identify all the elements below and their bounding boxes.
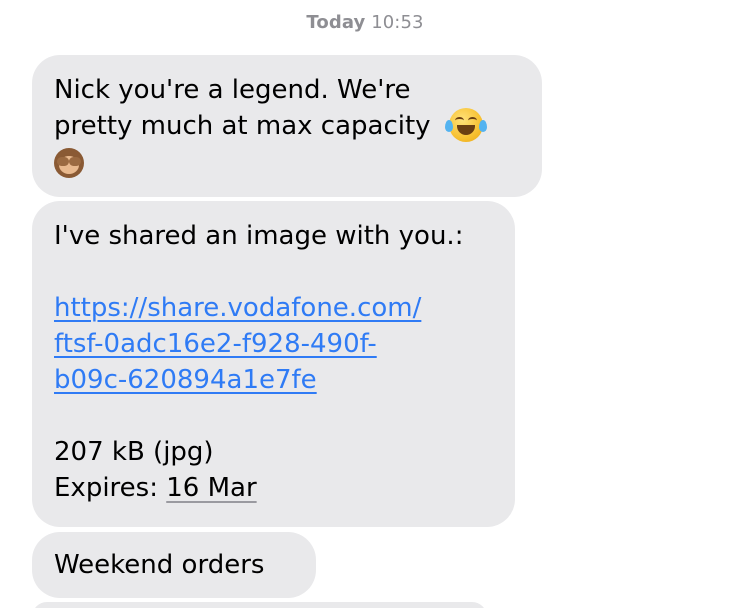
share-link[interactable]: ftsf-0adc16e2-f928-490f-: [54, 326, 493, 362]
message-text: I've shared an image with you.:: [54, 221, 464, 251]
message-thread: Today 10:53 Nick you're a legend. We're …: [0, 0, 730, 608]
file-size: 207 kB (jpg): [54, 437, 214, 467]
expires-label: Expires:: [54, 473, 167, 503]
timestamp-time: 10:53: [371, 12, 424, 33]
message-bubble[interactable]: I've shared an image with you.: https://…: [32, 201, 515, 527]
message-timestamp: Today 10:53: [0, 12, 730, 33]
message-text-line: Nick you're a legend. We're: [54, 75, 411, 105]
expires-date-link[interactable]: 16 Mar: [166, 473, 256, 503]
message-bubble-partial[interactable]: [32, 602, 487, 608]
see-no-evil-monkey-icon: [54, 147, 84, 178]
message-bubble[interactable]: Weekend orders: [32, 532, 316, 598]
message-text: Weekend orders: [54, 550, 265, 580]
share-link[interactable]: https://share.vodafone.com/: [54, 290, 493, 326]
timestamp-day: Today: [306, 12, 366, 33]
share-link[interactable]: b09c-620894a1e7fe: [54, 362, 493, 398]
message-bubble[interactable]: Nick you're a legend. We're pretty much …: [32, 55, 542, 197]
face-with-tears-of-joy-icon: [444, 107, 487, 142]
message-text-line: pretty much at max capacity: [54, 111, 431, 141]
